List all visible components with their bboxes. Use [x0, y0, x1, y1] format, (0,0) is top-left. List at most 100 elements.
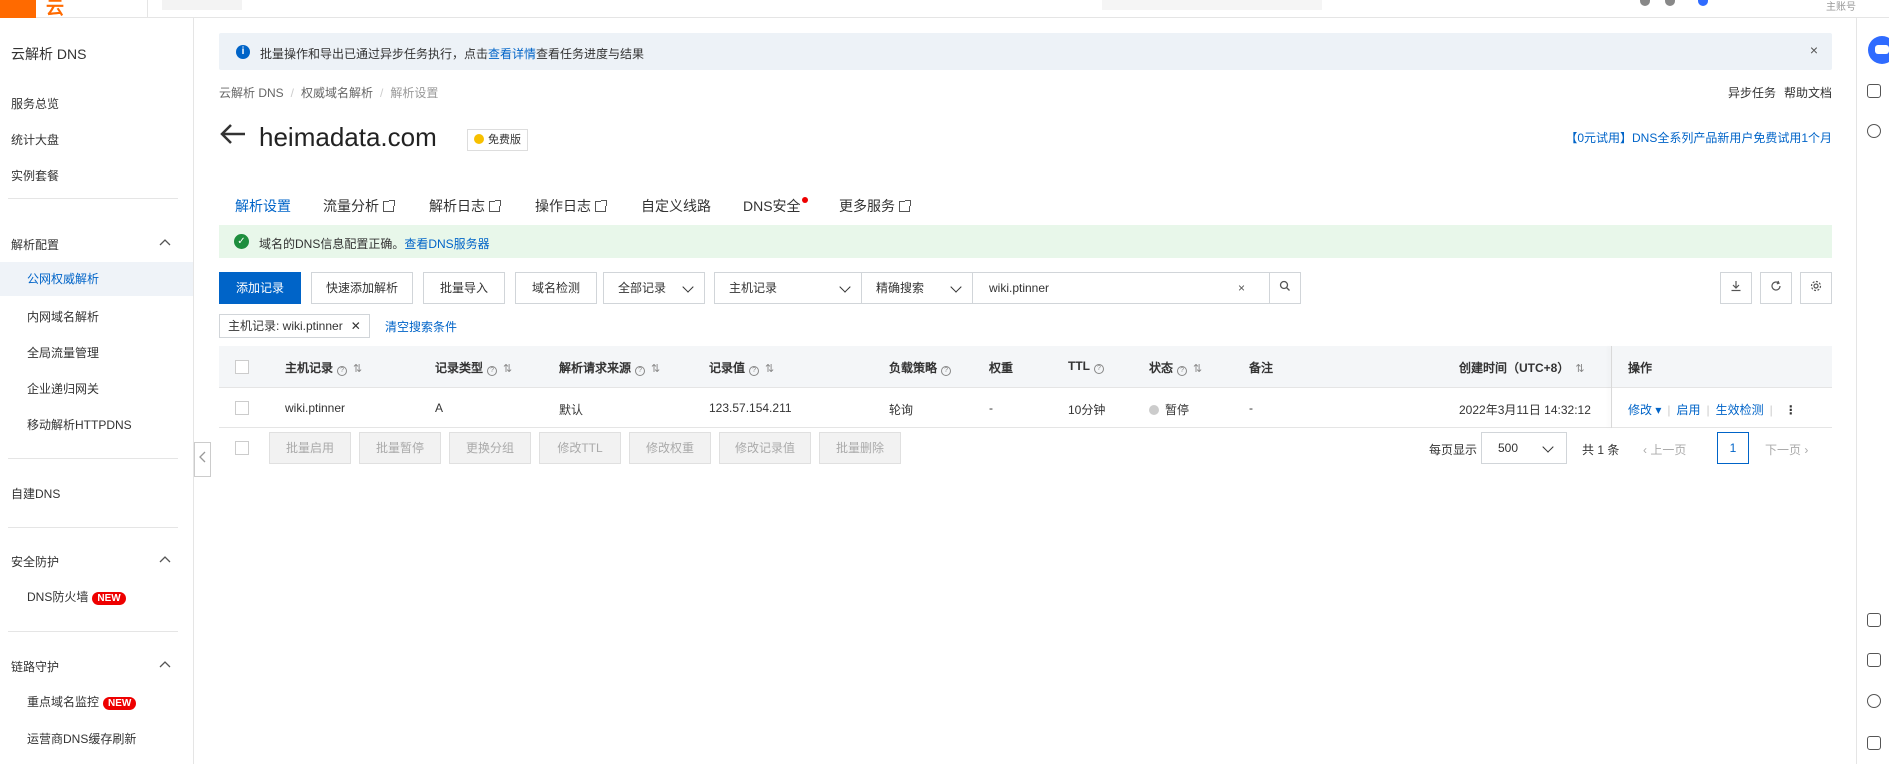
sidebar-group-security[interactable]: 安全防护: [11, 553, 171, 570]
help-icon[interactable]: ?: [1094, 364, 1104, 374]
sort-icon[interactable]: ⇅: [765, 363, 774, 375]
modify-button[interactable]: 修改 ▾: [1628, 403, 1661, 417]
logo[interactable]: 云: [46, 0, 64, 20]
tab-traffic-analysis[interactable]: 流量分析: [323, 196, 395, 216]
refresh-button[interactable]: [1760, 272, 1792, 304]
page-size-select[interactable]: 500: [1481, 432, 1567, 464]
batch-import-button[interactable]: 批量导入: [423, 272, 505, 304]
sidebar-item-self-dns[interactable]: 自建DNS: [11, 485, 60, 502]
help-icon[interactable]: ?: [941, 366, 952, 376]
sidebar-item-overview[interactable]: 服务总览: [11, 95, 59, 112]
sort-icon[interactable]: ⇅: [503, 363, 512, 375]
change-group-button[interactable]: 更换分组: [449, 432, 531, 464]
list-icon[interactable]: [1867, 84, 1881, 98]
prev-page-button[interactable]: ‹ 上一页: [1643, 441, 1686, 458]
search-mode-select[interactable]: 精确搜索: [861, 272, 973, 304]
breadcrumb-item[interactable]: 权威域名解析: [301, 86, 373, 100]
tab-resolve-log[interactable]: 解析日志: [429, 196, 501, 216]
effective-check-button[interactable]: 生效检测: [1716, 403, 1764, 417]
breadcrumb-item[interactable]: 云解析 DNS: [219, 86, 284, 100]
sidebar-group-link[interactable]: 链路守护: [11, 658, 171, 675]
tab-custom-line[interactable]: 自定义线路: [641, 196, 711, 216]
modify-ttl-button[interactable]: 修改TTL: [539, 432, 621, 464]
sidebar-item-domain-monitor[interactable]: 重点域名监控 NEW: [27, 693, 137, 710]
sidebar-collapse-button[interactable]: [194, 442, 211, 477]
help-icon[interactable]: ?: [337, 366, 348, 376]
tab-label: 操作日志: [535, 198, 591, 214]
divider: [147, 0, 148, 18]
sidebar-item-private-dns[interactable]: 内网域名解析: [27, 308, 99, 325]
sidebar-item-public-dns[interactable]: 公网权威解析: [0, 262, 193, 296]
sidebar-group-config[interactable]: 解析配置: [11, 236, 171, 253]
select-all-checkbox[interactable]: [235, 360, 249, 374]
sidebar-item-httpdns[interactable]: 移动解析HTTPDNS: [27, 416, 132, 433]
tab-more-services[interactable]: 更多服务: [839, 196, 911, 216]
promo-link[interactable]: 【0元试用】DNS全系列产品新用户免费试用1个月: [1565, 129, 1832, 146]
bulk-delete-button[interactable]: 批量删除: [819, 432, 901, 464]
group-label: 链路守护: [11, 660, 60, 674]
enable-button[interactable]: 启用: [1677, 403, 1701, 417]
export-button[interactable]: [1720, 272, 1752, 304]
col-source: 解析请求来源? ⇅: [559, 359, 660, 376]
notification-icon[interactable]: [1640, 0, 1650, 6]
tab-settings[interactable]: 解析设置: [235, 196, 291, 216]
search-field-select[interactable]: 主机记录: [714, 272, 862, 304]
remove-filter-icon[interactable]: ✕: [351, 319, 361, 333]
tab-dns-security[interactable]: DNS安全: [743, 196, 808, 216]
add-record-button[interactable]: 添加记录: [219, 272, 301, 304]
avatar[interactable]: [1698, 0, 1708, 6]
sort-icon[interactable]: ⇅: [651, 363, 660, 375]
modify-value-button[interactable]: 修改记录值: [719, 432, 811, 464]
gear-icon[interactable]: [1867, 694, 1881, 708]
sort-icon[interactable]: ⇅: [1193, 363, 1202, 375]
sidebar-item-gtm[interactable]: 全局流量管理: [27, 344, 99, 361]
sidebar-item-stats[interactable]: 统计大盘: [11, 131, 59, 148]
view-details-link[interactable]: 查看详情: [488, 47, 536, 61]
modify-weight-button[interactable]: 修改权重: [629, 432, 711, 464]
row-checkbox[interactable]: [235, 401, 249, 415]
group-label: 解析配置: [11, 238, 60, 252]
help-icon[interactable]: [1665, 0, 1675, 6]
sidebar-item-instances[interactable]: 实例套餐: [11, 167, 59, 184]
next-page-button[interactable]: 下一页 ›: [1765, 441, 1808, 458]
help-icon[interactable]: ?: [749, 366, 760, 376]
domain-check-button[interactable]: 域名检测: [515, 272, 597, 304]
menu-icon[interactable]: [0, 0, 36, 18]
view-dns-servers-link[interactable]: 查看DNS服务器: [404, 237, 489, 251]
back-arrow-icon[interactable]: [219, 122, 247, 153]
global-search-input[interactable]: [1102, 0, 1322, 10]
info-icon: i: [236, 45, 250, 59]
sort-icon[interactable]: ⇅: [1575, 363, 1584, 375]
edit-icon[interactable]: [1867, 736, 1881, 750]
tab-operation-log[interactable]: 操作日志: [535, 196, 607, 216]
search-input[interactable]: wiki.ptinner ×: [972, 272, 1270, 304]
sidebar-item-recursive-gw[interactable]: 企业递归网关: [27, 380, 99, 397]
tab-label: 更多服务: [839, 198, 895, 214]
bulk-pause-button[interactable]: 批量暂停: [359, 432, 441, 464]
quick-add-button[interactable]: 快速添加解析: [311, 272, 413, 304]
clear-filters-link[interactable]: 清空搜索条件: [385, 318, 457, 335]
code-icon[interactable]: [1867, 653, 1881, 667]
select-all-footer-checkbox[interactable]: [235, 441, 249, 455]
help-icon[interactable]: ?: [635, 366, 646, 376]
async-tasks-link[interactable]: 异步任务: [1728, 86, 1776, 100]
more-actions-icon[interactable]: ⋮: [1785, 403, 1797, 417]
document-icon[interactable]: [1867, 613, 1881, 627]
account-label[interactable]: 主账号: [1826, 0, 1856, 13]
settings-button[interactable]: [1800, 272, 1832, 304]
sidebar-item-dns-firewall[interactable]: DNS防火墙 NEW: [27, 588, 126, 605]
help-icon[interactable]: ?: [1177, 366, 1188, 376]
close-icon[interactable]: ×: [1810, 42, 1818, 58]
search-button[interactable]: [1269, 272, 1301, 304]
sort-icon[interactable]: ⇅: [353, 363, 362, 375]
help-icon[interactable]: ?: [487, 366, 498, 376]
bulk-enable-button[interactable]: 批量启用: [269, 432, 351, 464]
workspace-selector[interactable]: [162, 0, 242, 10]
clear-icon[interactable]: ×: [1238, 273, 1245, 303]
help-docs-link[interactable]: 帮助文档: [1784, 86, 1832, 100]
question-icon[interactable]: [1867, 124, 1881, 138]
record-filter-select[interactable]: 全部记录: [603, 272, 705, 304]
sidebar-item-cache-refresh[interactable]: 运营商DNS缓存刷新: [27, 730, 136, 747]
page-number[interactable]: 1: [1717, 432, 1749, 464]
assistant-bot-icon[interactable]: [1868, 36, 1889, 64]
